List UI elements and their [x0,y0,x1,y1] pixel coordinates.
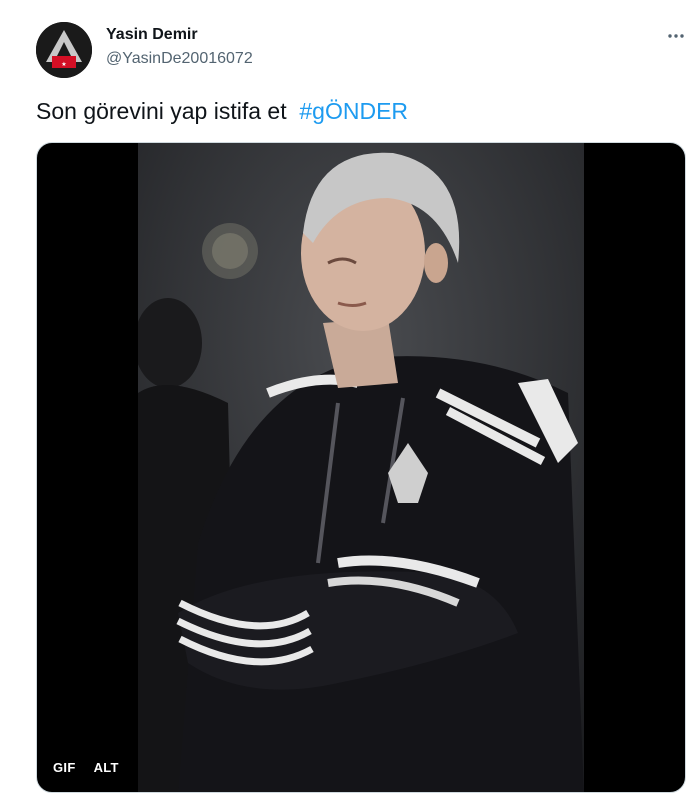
gif-frame [138,143,584,792]
tweet-text: Son görevini yap istifa et #gÖNDER [36,98,408,125]
gif-badge: GIF [47,757,82,778]
tweet-body: Son görevini yap istifa et [36,98,300,124]
more-horizontal-icon [668,34,684,38]
author-handle[interactable]: @YasinDe20016072 [106,50,253,68]
more-options-button[interactable] [662,24,690,48]
avatar[interactable]: ★ [36,22,92,78]
author-name[interactable]: Yasin Demir [106,26,198,44]
svg-text:★: ★ [61,61,66,68]
tweet-media-gif[interactable]: GIF ALT [36,142,686,793]
gif-still-image [138,143,584,792]
media-badges: GIF ALT [47,757,125,778]
alt-text-badge[interactable]: ALT [87,757,125,778]
hashtag-link[interactable]: #gÖNDER [299,98,408,124]
